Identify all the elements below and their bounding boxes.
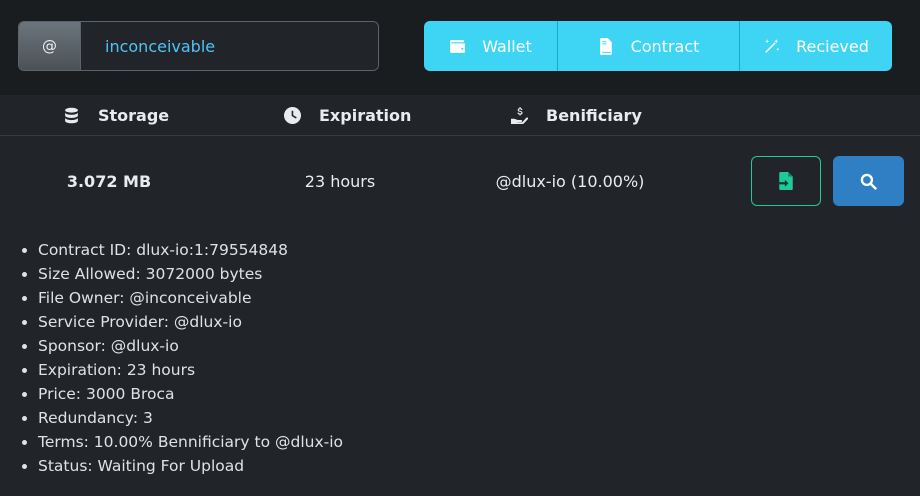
recieved-label: Recieved (796, 36, 869, 56)
beneficiary-value: @dlux-io (10.00%) (495, 171, 645, 191)
list-item: Size Allowed: 3072000 bytes (38, 262, 900, 286)
expiration-header: Expiration (284, 95, 411, 135)
file-contract-icon (599, 37, 612, 55)
expiration-header-label: Expiration (319, 105, 412, 125)
contract-label: Contract (630, 36, 700, 56)
magic-wand-icon (765, 38, 780, 53)
storage-header: Storage (63, 95, 169, 135)
list-item: Expiration: 23 hours (38, 358, 900, 382)
username-input[interactable] (81, 22, 378, 70)
hand-holding-dollar-icon (511, 106, 528, 124)
top-toolbar: @ Wallet Contract Recieved (0, 0, 920, 95)
expiration-value: 23 hours (304, 171, 376, 191)
clock-icon (284, 106, 301, 124)
list-item: Redundancy: 3 (38, 406, 900, 430)
list-item: Contract ID: dlux-io:1:79554848 (38, 238, 900, 262)
list-item: File Owner: @inconceivable (38, 286, 900, 310)
wallet-label: Wallet (482, 36, 532, 56)
beneficiary-header: Benificiary (511, 95, 642, 135)
list-item: Terms: 10.00% Bennificiary to @dlux-io (38, 430, 900, 454)
nav-button-group: Wallet Contract Recieved (424, 21, 892, 71)
list-item: Service Provider: @dlux-io (38, 310, 900, 334)
search-button[interactable] (833, 156, 904, 206)
file-import-icon (778, 172, 793, 190)
username-input-group: @ (18, 21, 379, 71)
beneficiary-header-label: Benificiary (546, 105, 642, 125)
list-item: Sponsor: @dlux-io (38, 334, 900, 358)
wallet-icon (450, 39, 466, 53)
upload-button[interactable] (751, 156, 821, 206)
at-prefix-addon: @ (19, 22, 81, 70)
search-icon (860, 173, 877, 190)
table-header-row: Storage Expiration Benificiary (0, 95, 920, 136)
list-item: Status: Waiting For Upload (38, 454, 900, 478)
list-item: Price: 3000 Broca (38, 382, 900, 406)
database-icon (65, 107, 78, 123)
table-row: 3.072 MB 23 hours @dlux-io (10.00%) (0, 136, 920, 226)
wallet-button[interactable]: Wallet (424, 21, 557, 71)
contract-details-list: Contract ID: dlux-io:1:79554848Size Allo… (20, 238, 900, 478)
storage-header-label: Storage (98, 105, 170, 125)
contract-button[interactable]: Contract (557, 21, 739, 71)
storage-value: 3.072 MB (66, 171, 152, 191)
recieved-button[interactable]: Recieved (739, 21, 892, 71)
